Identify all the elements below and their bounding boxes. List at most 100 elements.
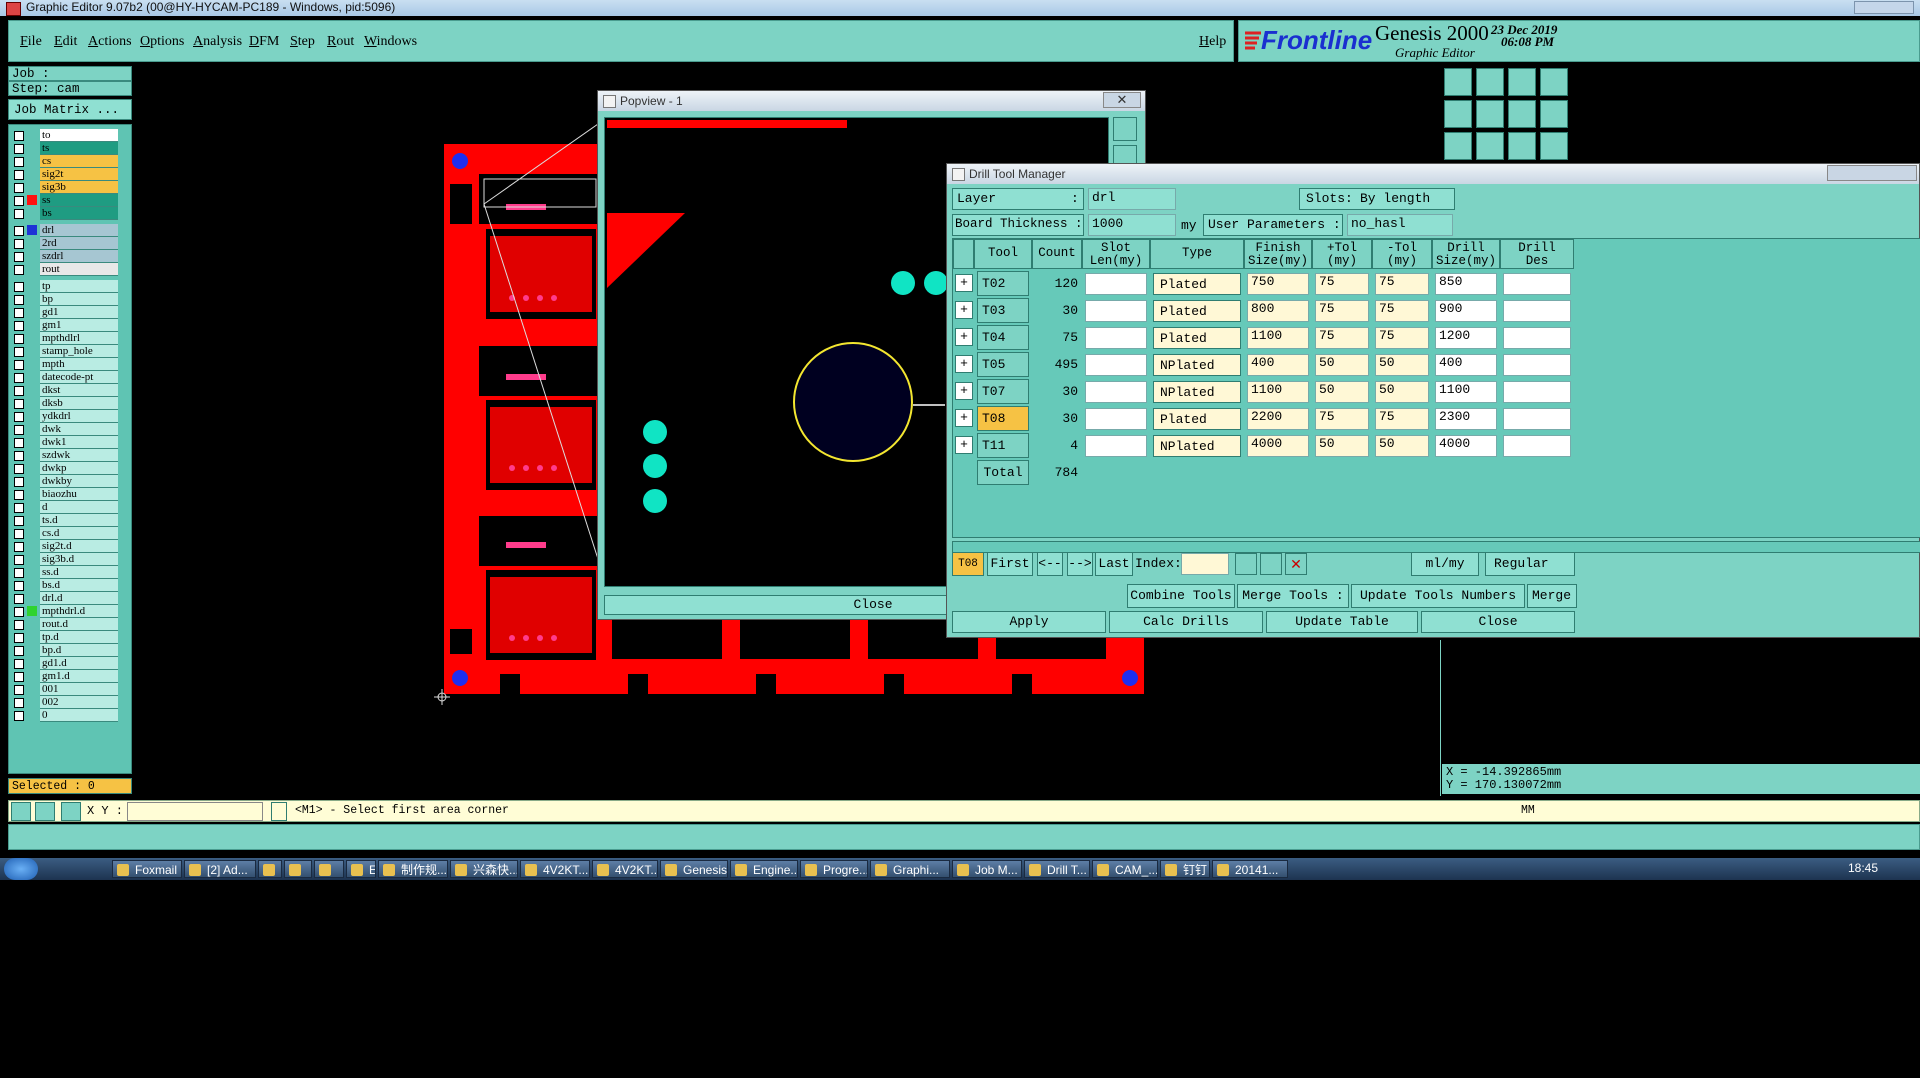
drill-des-field[interactable] — [1503, 408, 1571, 430]
drill-des-field[interactable] — [1503, 300, 1571, 322]
finish-size-field[interactable]: 800 — [1247, 300, 1309, 322]
merge-tools-button[interactable]: Merge Tools : — [1237, 584, 1349, 608]
drill-size-field[interactable]: 900 — [1435, 300, 1497, 322]
drill-des-field[interactable] — [1503, 354, 1571, 376]
row-expand-icon[interactable]: + — [955, 301, 973, 319]
taskbar-item[interactable]: EDS工... — [346, 860, 376, 878]
update-table-button[interactable]: Update Table — [1266, 611, 1418, 633]
drill-size-field[interactable]: 1100 — [1435, 381, 1497, 403]
type-dropdown[interactable]: NPlated — [1153, 381, 1241, 403]
taskbar-item[interactable] — [258, 860, 282, 878]
drill-des-field[interactable] — [1503, 381, 1571, 403]
tool-cell[interactable]: T07 — [977, 379, 1029, 404]
taskbar-item[interactable]: 钉钉 — [1160, 860, 1210, 878]
mode-dropdown[interactable]: Regular — [1485, 552, 1575, 576]
calc-drills-button[interactable]: Calc Drills — [1109, 611, 1263, 633]
combine-tools-button[interactable]: Combine Tools — [1127, 584, 1235, 608]
slot-length-field[interactable] — [1085, 381, 1147, 403]
measure-tool-icon[interactable] — [35, 802, 55, 821]
taskbar-item[interactable] — [284, 860, 312, 878]
user-params-field[interactable]: no_hasl — [1347, 214, 1453, 236]
taskbar-item[interactable]: CAM_... — [1092, 860, 1158, 878]
taskbar-item[interactable]: 20141... — [1212, 860, 1288, 878]
minus-tol-field[interactable]: 75 — [1375, 300, 1429, 322]
menu-rout[interactable]: Rout — [327, 34, 354, 50]
units-dropdown[interactable]: ml/my — [1411, 552, 1479, 576]
select-tool-icon[interactable] — [11, 802, 31, 821]
zoom-home-button[interactable] — [1444, 68, 1472, 96]
menu-help[interactable]: Help — [1199, 34, 1226, 50]
layer-field[interactable]: drl — [1088, 188, 1176, 210]
info-icon[interactable] — [271, 802, 287, 821]
drill-size-field[interactable]: 400 — [1435, 354, 1497, 376]
drill-des-field[interactable] — [1503, 327, 1571, 349]
index-field[interactable] — [1181, 553, 1229, 575]
slot-length-field[interactable] — [1085, 300, 1147, 322]
slots-dropdown[interactable]: By length — [1360, 191, 1430, 206]
slot-length-field[interactable] — [1085, 354, 1147, 376]
tool-cell[interactable]: T08 — [977, 406, 1029, 431]
tool-cell[interactable]: T04 — [977, 325, 1029, 350]
slot-length-field[interactable] — [1085, 273, 1147, 295]
minus-tol-field[interactable]: 50 — [1375, 354, 1429, 376]
menu-analysis[interactable]: Analysis — [193, 34, 242, 50]
drill-des-field[interactable] — [1503, 435, 1571, 457]
first-button[interactable]: First — [987, 552, 1033, 576]
menu-options[interactable]: Options — [140, 34, 184, 50]
finish-size-field[interactable]: 400 — [1247, 354, 1309, 376]
snap-button[interactable] — [1540, 100, 1568, 128]
menu-dfm[interactable]: DFM — [249, 34, 279, 50]
home-button[interactable] — [1508, 68, 1536, 96]
type-dropdown[interactable]: NPlated — [1153, 354, 1241, 376]
drill-close-button[interactable]: Close — [1421, 611, 1575, 633]
window-controls[interactable] — [1854, 1, 1914, 14]
plus-tol-field[interactable]: 50 — [1315, 381, 1369, 403]
type-dropdown[interactable]: Plated — [1153, 408, 1241, 430]
drill-size-field[interactable]: 4000 — [1435, 435, 1497, 457]
zoom-out-button[interactable] — [1476, 100, 1504, 128]
type-dropdown[interactable]: Plated — [1153, 273, 1241, 295]
grid-tool-icon[interactable] — [61, 802, 81, 821]
finish-size-field[interactable]: 1100 — [1247, 327, 1309, 349]
row-expand-icon[interactable]: + — [955, 409, 973, 427]
taskbar-item[interactable]: Job M... — [952, 860, 1022, 878]
taskbar-item[interactable]: 兴森快... — [450, 860, 518, 878]
measure-button[interactable] — [1540, 68, 1568, 96]
type-dropdown[interactable]: NPlated — [1153, 435, 1241, 457]
plus-tol-field[interactable]: 50 — [1315, 354, 1369, 376]
drill-size-field[interactable]: 850 — [1435, 273, 1497, 295]
tool-cell[interactable]: T03 — [977, 298, 1029, 323]
minus-tol-field[interactable]: 50 — [1375, 381, 1429, 403]
apply-button[interactable]: Apply — [952, 611, 1106, 633]
taskbar-item[interactable]: Graphi... — [870, 860, 950, 878]
next-button[interactable]: --> — [1067, 552, 1093, 576]
taskbar-item[interactable]: Foxmail — [112, 860, 182, 878]
rotate-button[interactable] — [1476, 132, 1504, 160]
tool-cell[interactable]: T05 — [977, 352, 1029, 377]
prev-button[interactable]: <-- — [1037, 552, 1063, 576]
plus-tol-field[interactable]: 50 — [1315, 435, 1369, 457]
plus-tol-field[interactable]: 75 — [1315, 327, 1369, 349]
scale-button[interactable] — [1508, 132, 1536, 160]
taskbar-item[interactable]: 制作规... — [378, 860, 448, 878]
tool-cell[interactable]: T11 — [977, 433, 1029, 458]
row-expand-icon[interactable]: + — [955, 274, 973, 292]
menu-edit[interactable]: Edit — [54, 34, 77, 50]
finish-size-field[interactable]: 750 — [1247, 273, 1309, 295]
taskbar-item[interactable]: Engine... — [730, 860, 798, 878]
fit-screen-button[interactable] — [1444, 132, 1472, 160]
board-thickness-field[interactable]: 1000 — [1088, 214, 1176, 236]
taskbar-item[interactable]: Drill T... — [1024, 860, 1090, 878]
tool-cell[interactable]: T02 — [977, 271, 1029, 296]
help-question-button[interactable] — [1540, 132, 1568, 160]
pan-button[interactable] — [1476, 68, 1504, 96]
minus-tol-field[interactable]: 50 — [1375, 435, 1429, 457]
taskbar-item[interactable]: Genesis — [660, 860, 728, 878]
delete-icon[interactable]: ✕ — [1285, 553, 1307, 575]
finish-size-field[interactable]: 2200 — [1247, 408, 1309, 430]
plus-tol-field[interactable]: 75 — [1315, 273, 1369, 295]
slot-length-field[interactable] — [1085, 327, 1147, 349]
plus-tol-field[interactable]: 75 — [1315, 408, 1369, 430]
copy-icon[interactable] — [1260, 553, 1282, 575]
drill-des-field[interactable] — [1503, 273, 1571, 295]
